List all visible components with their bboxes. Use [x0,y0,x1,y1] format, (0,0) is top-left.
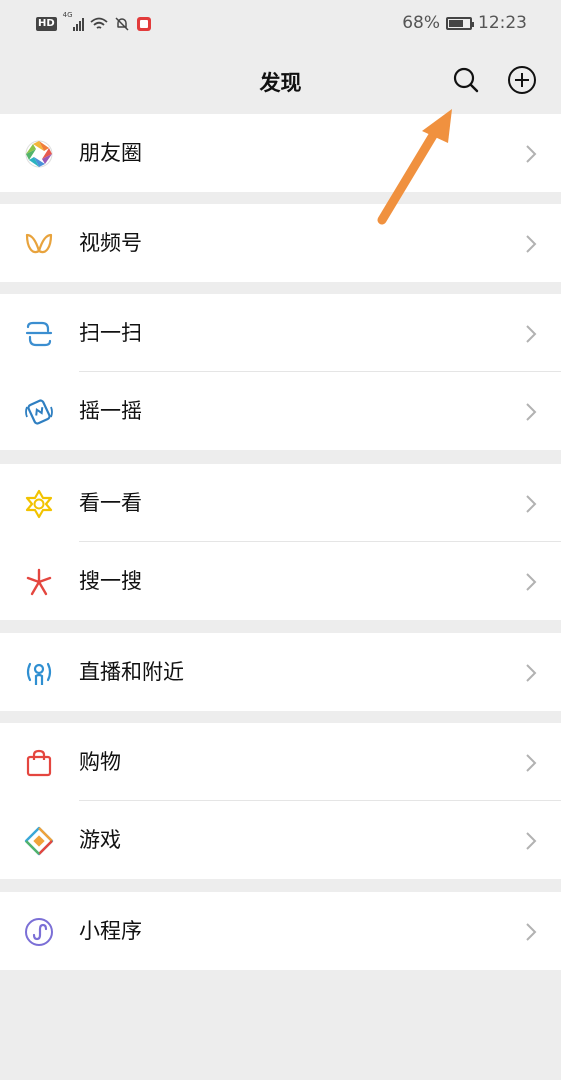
hd-badge: HD [36,17,57,31]
menu-group-scan-shake: 扫一扫 摇一摇 [0,294,561,450]
menu-item-label: 视频号 [79,231,142,255]
chevron-right-icon [526,235,537,253]
menu-group-mini-programs: 小程序 [0,892,561,970]
search-discover-icon [26,568,52,596]
network-type-label: 4G [62,11,73,19]
menu-item-label: 直播和附近 [79,660,184,684]
wifi-icon [90,17,108,29]
menu-item-label: 扫一扫 [79,321,142,345]
status-right: 68% 12:23 [402,12,527,34]
battery-icon [446,16,474,30]
menu-item-mini-programs[interactable]: 小程序 [0,892,561,970]
menu-item-label: 摇一摇 [79,399,142,423]
games-icon [24,826,54,856]
menu-group-stories-search: 看一看 搜一搜 [0,464,561,620]
chevron-right-icon [526,923,537,941]
menu-group-shopping-games: 购物 游戏 [0,723,561,879]
moments-icon [25,140,53,168]
shake-icon [25,399,53,425]
menu-item-search-discover[interactable]: 搜一搜 [0,542,561,620]
clock: 12:23 [478,13,527,33]
menu-item-label: 游戏 [79,828,121,852]
chevron-right-icon [526,832,537,850]
menu-group-channels: 视频号 [0,204,561,282]
plus-circle-icon[interactable] [506,64,538,96]
menu-item-channels[interactable]: 视频号 [0,204,561,282]
chevron-right-icon [526,495,537,513]
signal-icon: 4G [63,11,84,31]
menu-item-shopping[interactable]: 购物 [0,723,561,801]
menu-group-moments: 朋友圈 [0,114,561,192]
shopping-bag-icon [26,749,52,777]
menu-group-live: 直播和附近 [0,633,561,711]
menu-item-shake[interactable]: 摇一摇 [0,372,561,450]
menu-item-label: 看一看 [79,491,142,515]
menu-item-label: 搜一搜 [79,569,142,593]
chevron-right-icon [526,573,537,591]
menu-item-live-nearby[interactable]: 直播和附近 [0,633,561,711]
menu-item-label: 朋友圈 [79,141,142,165]
status-bar: HD 4G 68% 12:23 [0,0,561,46]
menu-item-top-stories[interactable]: 看一看 [0,464,561,542]
live-nearby-icon [26,662,52,685]
menu-item-moments[interactable]: 朋友圈 [0,114,561,192]
chevron-right-icon [526,325,537,343]
menu-item-games[interactable]: 游戏 [0,801,561,879]
scan-icon [25,321,53,347]
battery-percent: 68% [402,13,440,33]
channels-icon [25,233,53,254]
chevron-right-icon [526,145,537,163]
menu-item-label: 小程序 [79,919,142,943]
chevron-right-icon [526,403,537,421]
app-notification-icon [136,17,151,31]
search-icon[interactable] [450,64,482,96]
nav-bar: 发现 [0,46,561,114]
chevron-right-icon [526,754,537,772]
top-stories-icon [25,489,53,519]
mute-bell-icon [115,17,129,31]
menu-item-label: 购物 [79,750,121,774]
chevron-right-icon [526,664,537,682]
mini-program-icon [25,918,53,946]
status-left: HD 4G [36,11,152,34]
menu-item-scan[interactable]: 扫一扫 [0,294,561,372]
